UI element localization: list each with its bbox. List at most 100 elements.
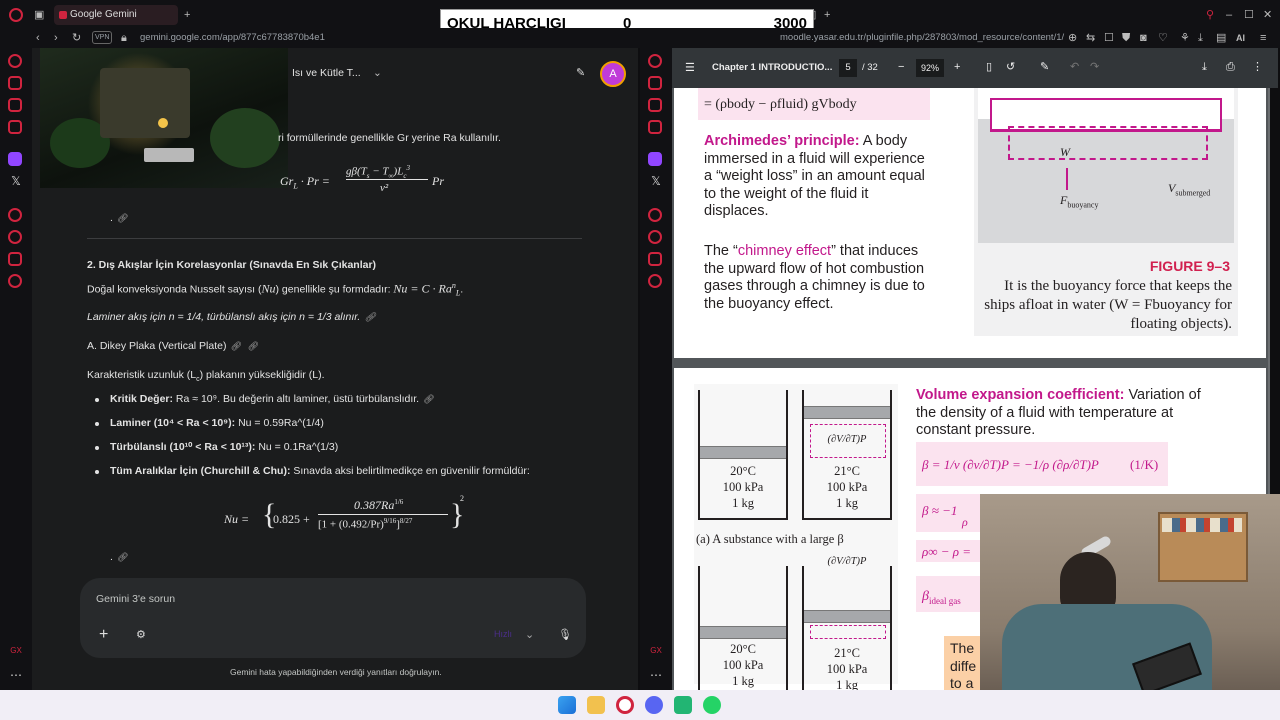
link-icon[interactable]: 🔗︎ — [229, 341, 243, 352]
file-explorer-icon[interactable] — [587, 696, 605, 714]
sidebar-twitch-icon-r[interactable] — [648, 152, 662, 166]
sidebar-music-icon[interactable] — [8, 54, 22, 68]
tools-icon[interactable]: ⚙ — [136, 628, 146, 642]
add-icon[interactable]: + — [99, 627, 108, 643]
shield-icon[interactable]: ⛊ — [1122, 31, 1130, 45]
beta-ideal-sub: ideal gas — [928, 595, 961, 606]
wallet-icon[interactable]: ▤ — [1216, 31, 1226, 45]
windows-start-icon[interactable] — [558, 696, 576, 714]
more-options-icon[interactable]: ⋮ — [1252, 60, 1263, 74]
avatar[interactable]: A — [600, 61, 626, 87]
forward-icon[interactable]: › — [54, 31, 58, 45]
menu-icon[interactable]: ≡ — [1260, 31, 1266, 45]
sidebar-more-icon-r[interactable]: ⋯ — [649, 668, 663, 682]
camera-icon[interactable]: ◙ — [1140, 31, 1147, 45]
print-icon[interactable]: ⎙ — [1226, 60, 1235, 74]
download-pdf-icon[interactable]: ⤓ — [1202, 60, 1207, 74]
link-icon[interactable]: 🔗︎ — [116, 552, 130, 563]
zoom-in-icon[interactable]: + — [954, 60, 960, 74]
search-icon[interactable]: ⚲ — [1206, 8, 1214, 22]
opera-gx-icon[interactable] — [616, 696, 634, 714]
discord-icon[interactable] — [645, 696, 663, 714]
close-icon[interactable]: ✕ — [1263, 8, 1272, 22]
zoom-icon[interactable]: ⊕ — [1068, 31, 1077, 45]
sidebar-messenger-icon-r[interactable] — [648, 76, 662, 90]
redo-icon[interactable]: ↷ — [1090, 60, 1099, 74]
prompt-input[interactable]: Gemini 3'e sorun — [96, 593, 175, 605]
beta-eq: β = 1/v (∂v/∂T)P = −1/ρ (∂ρ/∂T)P — [922, 457, 1099, 472]
rotate-icon[interactable]: ↺ — [1006, 60, 1015, 74]
microphone-icon[interactable]: 🎙︎ — [558, 628, 572, 642]
sidebar-player-icon-r[interactable] — [648, 98, 662, 112]
fit-page-icon[interactable]: ▯ — [986, 60, 992, 74]
model-chevron-icon[interactable]: ⌄ — [525, 628, 534, 642]
piston-a — [700, 446, 786, 459]
new-tab-right-icon[interactable]: + — [824, 8, 830, 22]
sidebar-extensions-icon-r[interactable] — [648, 252, 662, 266]
sidebar-messenger-icon[interactable] — [8, 76, 22, 90]
link-icon[interactable]: 🔗︎ — [363, 312, 377, 323]
link-icon[interactable]: 🔗︎ — [422, 394, 436, 405]
link-icon[interactable]: 🔗︎ — [116, 213, 130, 224]
right-url[interactable]: moodle.yasar.edu.tr/pluginfile.php/28780… — [780, 31, 1196, 45]
taskbar — [0, 690, 1280, 720]
minimize-icon[interactable]: – — [1226, 8, 1232, 22]
sidebar-settings-icon-r[interactable] — [648, 274, 662, 288]
sidebar-x-icon[interactable]: 𝕏 — [9, 174, 23, 188]
right-address-bar: moodle.yasar.edu.tr/pluginfile.php/28780… — [640, 28, 1280, 48]
chevron-down-icon[interactable]: ⌄ — [373, 67, 382, 79]
undo-icon[interactable]: ↶ — [1070, 60, 1079, 74]
pip-video[interactable] — [40, 48, 288, 188]
bullet-bold: Laminer (10⁴ < Ra < 10⁹): — [110, 417, 236, 429]
sidebar-gmail-icon-r[interactable] — [648, 120, 662, 134]
reload-icon[interactable]: ↻ — [72, 31, 81, 45]
ai-button[interactable]: AI — [1236, 31, 1245, 45]
sidebar-twitch-icon[interactable] — [8, 152, 22, 166]
sidebar-clock-icon-r[interactable] — [648, 230, 662, 244]
new-chat-icon[interactable]: ✎ — [576, 66, 585, 80]
extensions-icon[interactable]: ⚘ — [1180, 31, 1190, 45]
tab-google-gemini[interactable]: Google Gemini — [54, 5, 178, 25]
buoyancy-arrow — [1066, 168, 1068, 190]
churchill-lhs: Nu = — [224, 512, 250, 526]
sidebar-music-icon-r[interactable] — [648, 54, 662, 68]
page-number-input[interactable]: 5 — [839, 59, 857, 77]
model-selector[interactable]: Hızlı — [494, 629, 512, 639]
app-icon[interactable] — [674, 696, 692, 714]
archimedes-title: Archimedes’ principle: — [704, 133, 860, 149]
sidebar-history-icon[interactable] — [8, 208, 22, 222]
zoom-out-icon[interactable]: − — [898, 60, 904, 74]
lock-icon[interactable]: 🔒︎ — [121, 31, 127, 45]
ship-v-label: Vsubmerged — [1168, 180, 1210, 202]
sidebar-player-icon[interactable] — [8, 98, 22, 112]
sidebar-x-icon-r[interactable]: 𝕏 — [649, 174, 663, 188]
page-total: / 32 — [862, 62, 878, 73]
sidebar-settings-icon[interactable] — [8, 274, 22, 288]
annotate-icon[interactable]: ✎ — [1040, 60, 1049, 74]
zoom-input[interactable]: 92% — [916, 59, 944, 77]
download-icon[interactable]: ⤓ — [1198, 31, 1203, 45]
sidebar-history-icon-r[interactable] — [648, 208, 662, 222]
sidebar-clock-icon[interactable] — [8, 230, 22, 244]
vpn-badge[interactable]: VPN — [92, 31, 113, 44]
link-icon[interactable]: 🔗︎ — [246, 341, 260, 352]
sidebar-more-icon[interactable]: ⋯ — [9, 668, 23, 682]
translate-icon[interactable]: ⇆ — [1086, 31, 1095, 45]
sidebar-gmail-icon[interactable] — [8, 120, 22, 134]
back-icon[interactable]: ‹ — [36, 31, 40, 45]
chat-title[interactable]: Isı ve Kütle T... — [292, 67, 361, 79]
heart-icon[interactable]: ♡ — [1158, 31, 1168, 45]
tab-menu-icon[interactable]: ▣ — [34, 8, 44, 22]
bullet-text: Nu = 0.59Ra^(1/4) — [235, 417, 324, 429]
opera-logo-icon[interactable] — [9, 8, 23, 22]
sidebar-extensions-icon[interactable] — [8, 252, 22, 266]
nusselt-line: Doğal konveksiyonda Nusselt sayısı (Nu) … — [87, 281, 464, 298]
whatsapp-icon[interactable] — [703, 696, 721, 714]
bullet-text: Nu = 0.1Ra^(1/3) — [255, 441, 339, 453]
ship-w-label: W — [1060, 145, 1070, 159]
new-tab-icon[interactable]: + — [184, 8, 190, 22]
pdf-menu-icon[interactable]: ☰ — [685, 61, 695, 75]
maximize-icon[interactable]: ☐ — [1244, 8, 1254, 22]
left-url[interactable]: gemini.google.com/app/877c67783870b4e1 — [140, 31, 325, 45]
bookmark-icon[interactable]: ☐ — [1104, 31, 1114, 45]
